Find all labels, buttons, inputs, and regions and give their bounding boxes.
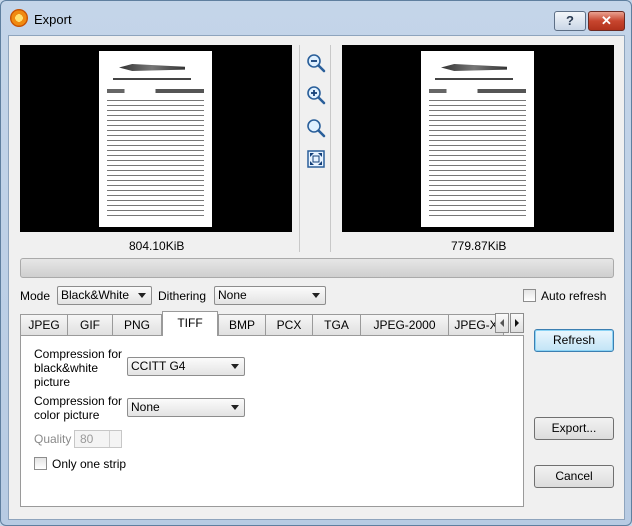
tab-tiff[interactable]: TIFF — [162, 311, 218, 336]
spinner-up-icon[interactable] — [109, 431, 121, 439]
tab-jpeg-2000[interactable]: JPEG-2000 — [360, 314, 449, 335]
tab-gif[interactable]: GIF — [67, 314, 113, 335]
export-button[interactable]: Export... — [534, 417, 614, 440]
tab-pcx[interactable]: PCX — [265, 314, 313, 335]
bw-compression-label: Compression for black&white picture — [34, 347, 123, 389]
chevron-down-icon — [138, 293, 146, 298]
bw-compression-select[interactable]: CCITT G4 — [127, 357, 245, 376]
quality-label: Quality — [34, 432, 72, 446]
page-thumbnail — [421, 51, 534, 227]
dithering-value: None — [218, 288, 247, 302]
mode-value: Black&White — [61, 288, 130, 302]
progress-bar — [20, 258, 614, 278]
chevron-left-icon — [500, 319, 504, 327]
close-button[interactable]: ✕ — [588, 11, 625, 31]
airplane-illustration — [435, 60, 513, 80]
zoom-toolbar — [299, 45, 331, 252]
auto-refresh-label[interactable]: Auto refresh — [541, 289, 606, 303]
zoom-in-icon[interactable] — [306, 85, 326, 105]
help-button[interactable]: ? — [554, 11, 586, 31]
original-size-label: 804.10KiB — [129, 239, 185, 253]
dialog-body: 804.10KiB 779.87KiB Mode Black&White Dit… — [8, 35, 625, 520]
original-preview[interactable] — [20, 45, 292, 232]
mode-label: Mode — [20, 289, 51, 303]
chevron-down-icon — [231, 364, 239, 369]
zoom-actual-icon[interactable] — [306, 118, 326, 138]
bw-compression-value: CCITT G4 — [131, 359, 186, 373]
window-title: Export — [34, 12, 72, 27]
color-compression-value: None — [131, 400, 160, 414]
result-preview[interactable] — [342, 45, 614, 232]
tab-scroll-right-button[interactable] — [510, 313, 524, 333]
only-one-strip-checkbox[interactable] — [34, 457, 47, 470]
refresh-button[interactable]: Refresh — [534, 329, 614, 352]
tab-scroll-left-button[interactable] — [495, 313, 509, 333]
dithering-label: Dithering — [158, 289, 207, 303]
only-one-strip-label[interactable]: Only one strip — [52, 457, 126, 471]
app-logo-icon — [10, 9, 28, 27]
cancel-button[interactable]: Cancel — [534, 465, 614, 488]
page-thumbnail — [99, 51, 212, 227]
chevron-down-icon — [231, 405, 239, 410]
tab-bmp[interactable]: BMP — [218, 314, 266, 335]
tab-png[interactable]: PNG — [112, 314, 162, 335]
chevron-right-icon — [515, 319, 519, 327]
tab-jpeg[interactable]: JPEG — [20, 314, 68, 335]
color-compression-label: Compression for color picture — [34, 394, 123, 422]
quality-spinner[interactable]: 80 — [74, 430, 122, 448]
chevron-down-icon — [312, 293, 320, 298]
color-compression-select[interactable]: None — [127, 398, 245, 417]
zoom-out-icon[interactable] — [306, 53, 326, 73]
airplane-illustration — [113, 60, 191, 80]
mode-select[interactable]: Black&White — [57, 286, 152, 305]
title-bar: Export ? ✕ — [1, 1, 631, 35]
tiff-options-panel: Compression for black&white picture CCIT… — [20, 335, 524, 507]
result-size-label: 779.87KiB — [451, 239, 507, 253]
tab-tga[interactable]: TGA — [312, 314, 361, 335]
auto-refresh-checkbox[interactable] — [523, 289, 536, 302]
quality-value: 80 — [80, 432, 94, 446]
export-dialog: Export ? ✕ 804.10KiB 779.87KiB Mode Blac… — [0, 0, 632, 526]
spinner-down-icon[interactable] — [109, 439, 121, 447]
dithering-select[interactable]: None — [214, 286, 326, 305]
fit-to-window-icon[interactable] — [306, 149, 326, 169]
